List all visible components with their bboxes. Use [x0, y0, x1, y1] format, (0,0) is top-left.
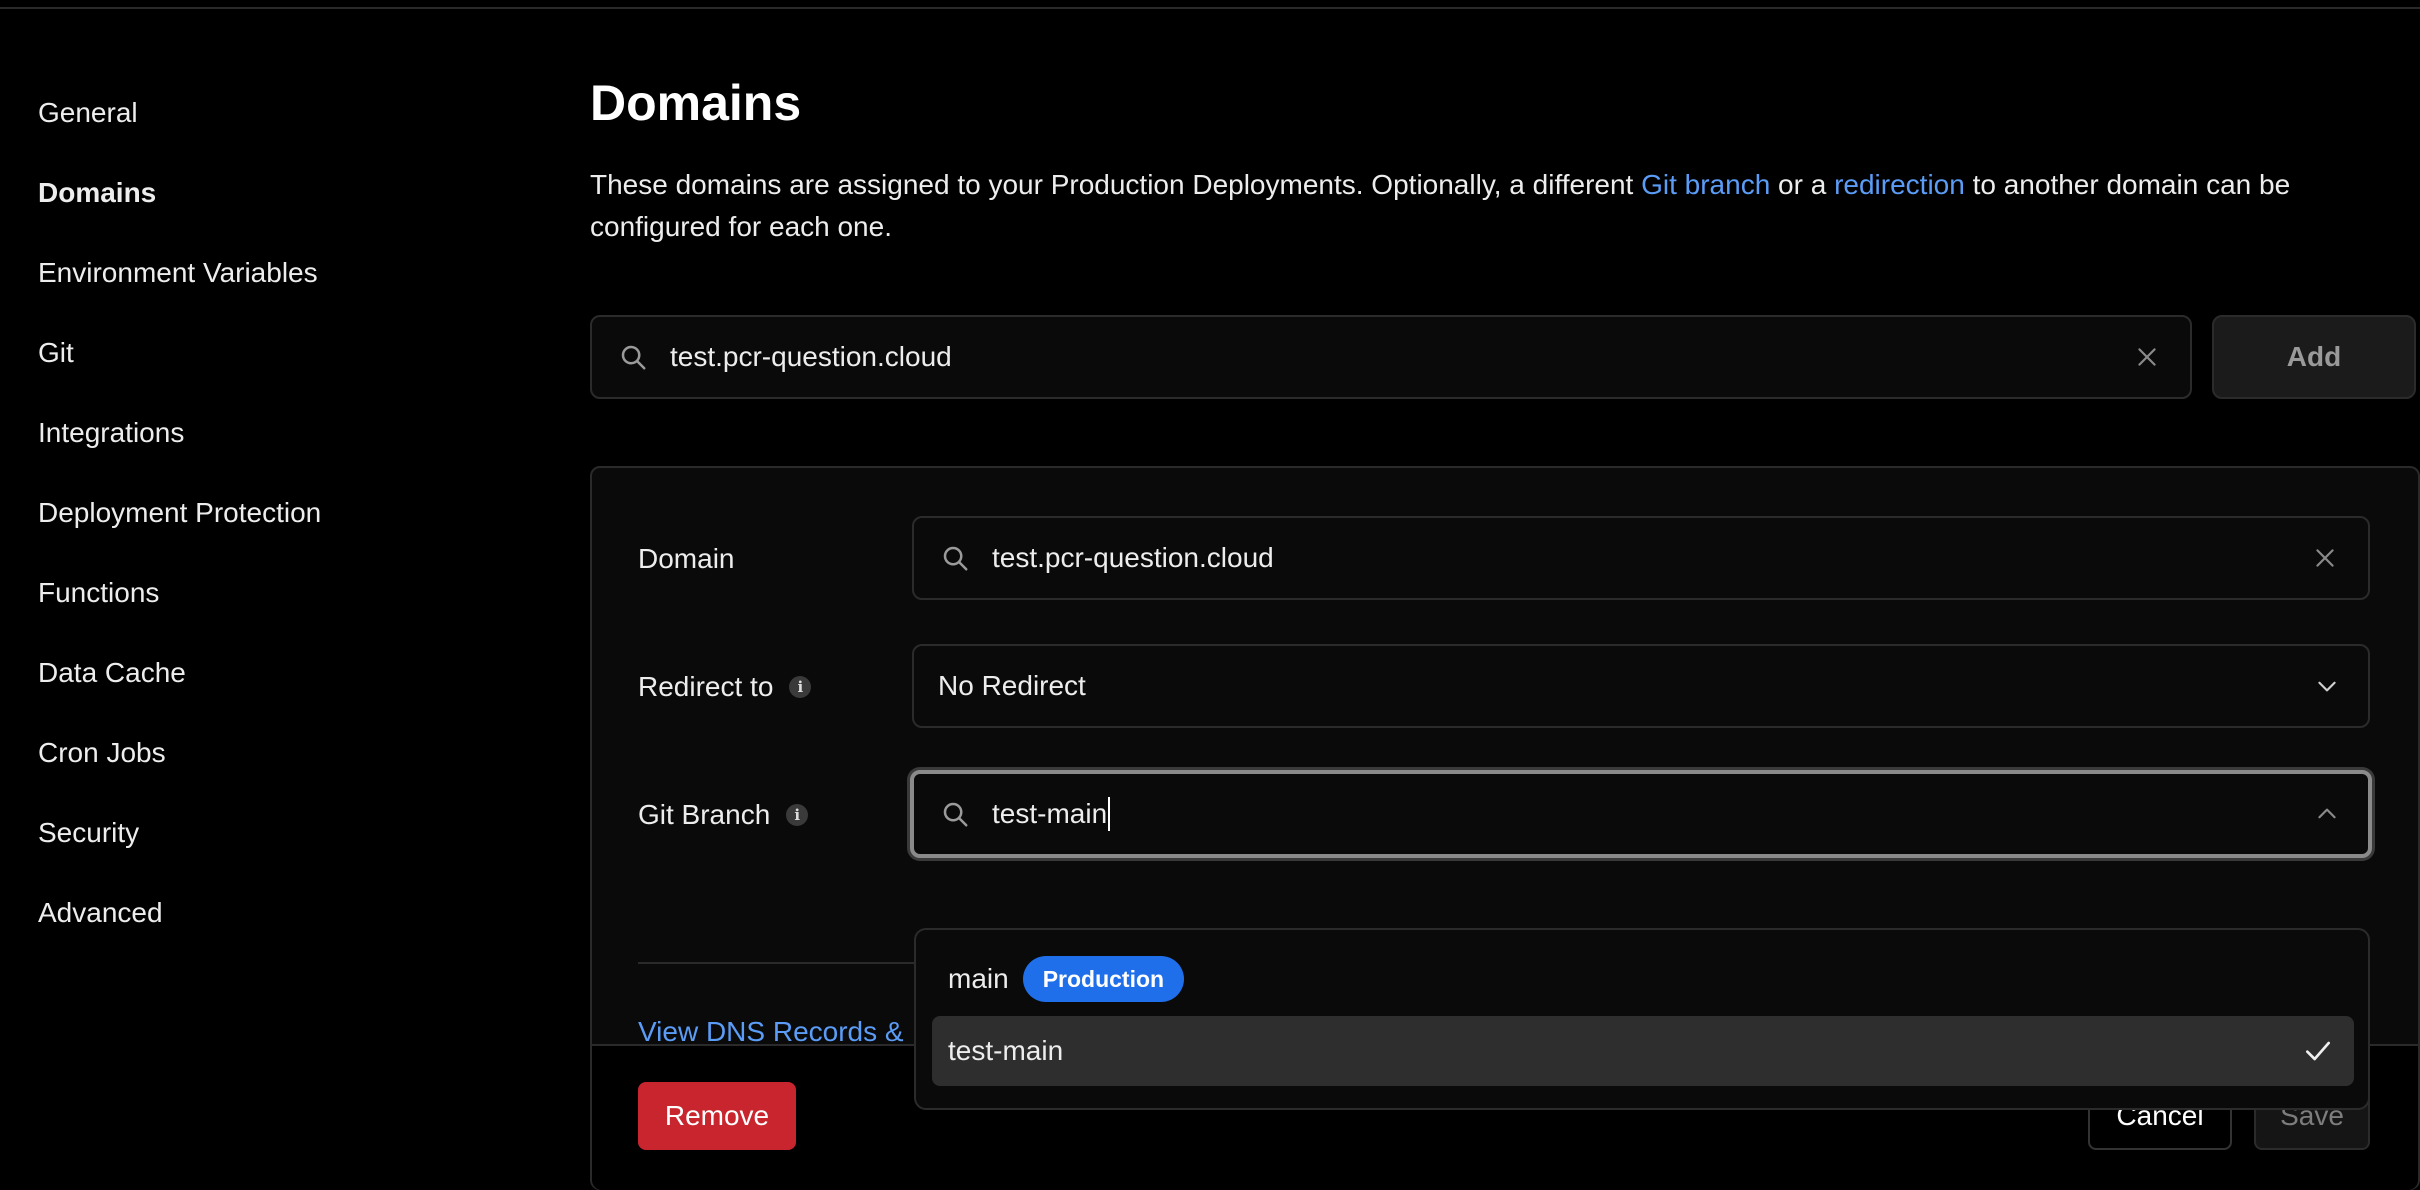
search-icon [943, 546, 968, 571]
description-text: These domains are assigned to your Produ… [590, 169, 1642, 200]
info-icon[interactable]: i [789, 676, 812, 698]
page-description: These domains are assigned to your Produ… [590, 164, 2380, 248]
branch-option-label: test-main [948, 1035, 1064, 1066]
sidebar-item-functions[interactable]: Functions [38, 570, 518, 650]
sidebar-item-domains[interactable]: Domains [38, 170, 518, 250]
domain-edit-card: Domain test.pcr-question.cloud Redirect … [590, 466, 2420, 1190]
check-icon [2306, 1041, 2330, 1061]
sidebar-item-general[interactable]: General [38, 90, 518, 170]
sidebar-item-data-cache[interactable]: Data Cache [38, 650, 518, 730]
sidebar-item-security[interactable]: Security [38, 810, 518, 890]
add-button[interactable]: Add [2212, 315, 2416, 399]
redirect-label-text: Redirect to [638, 671, 774, 702]
git-branch-value: test-main [992, 798, 1108, 829]
redirect-label: Redirect to i [638, 664, 812, 710]
domain-field-value: test.pcr-question.cloud [992, 542, 1274, 573]
branch-option-test-main[interactable]: test-main [932, 1016, 2354, 1086]
git-branch-dropdown: main Production test-main [914, 928, 2370, 1110]
sidebar-item-integrations[interactable]: Integrations [38, 410, 518, 490]
description-text: or a [1770, 169, 1835, 200]
chevron-down-icon [2318, 681, 2336, 692]
branch-option-main[interactable]: main Production [932, 944, 2354, 1014]
git-branch-combobox[interactable]: test-main [910, 770, 2372, 858]
redirect-select-value: No Redirect [938, 670, 1086, 701]
git-branch-link[interactable]: Git branch [1641, 169, 1770, 200]
text-caret [1108, 797, 1111, 831]
sidebar-item-deployment-protection[interactable]: Deployment Protection [38, 490, 518, 570]
domain-label: Domain [638, 536, 734, 582]
close-icon[interactable] [2134, 344, 2160, 370]
redirect-select[interactable]: No Redirect [912, 644, 2370, 728]
remove-button[interactable]: Remove [638, 1082, 796, 1150]
domain-search-value: test.pcr-question.cloud [670, 341, 952, 372]
main-content: Domains These domains are assigned to yo… [590, 60, 2420, 1190]
close-icon[interactable] [2312, 545, 2338, 571]
sidebar-item-git[interactable]: Git [38, 330, 518, 410]
sidebar-item-cron-jobs[interactable]: Cron Jobs [38, 730, 518, 810]
domain-label-text: Domain [638, 543, 735, 574]
settings-sidebar: General Domains Environment Variables Gi… [38, 90, 518, 970]
domain-search-input[interactable]: test.pcr-question.cloud [590, 315, 2192, 399]
search-icon [943, 802, 968, 827]
git-branch-label-text: Git Branch [638, 799, 771, 830]
git-branch-label: Git Branch i [638, 792, 809, 838]
domain-field[interactable]: test.pcr-question.cloud [912, 516, 2370, 600]
add-domain-row: test.pcr-question.cloud Add [590, 315, 2420, 399]
sidebar-item-environment-variables[interactable]: Environment Variables [38, 250, 518, 330]
redirection-link[interactable]: redirection [1834, 169, 1965, 200]
top-border [0, 0, 2420, 9]
divider [638, 962, 918, 964]
branch-option-label: main [948, 963, 1009, 994]
chevron-up-icon[interactable] [2314, 801, 2340, 827]
sidebar-item-advanced[interactable]: Advanced [38, 890, 518, 970]
page-title: Domains [590, 75, 802, 131]
production-badge: Production [1022, 956, 1185, 1002]
search-icon [621, 345, 646, 370]
info-icon[interactable]: i [786, 804, 809, 826]
